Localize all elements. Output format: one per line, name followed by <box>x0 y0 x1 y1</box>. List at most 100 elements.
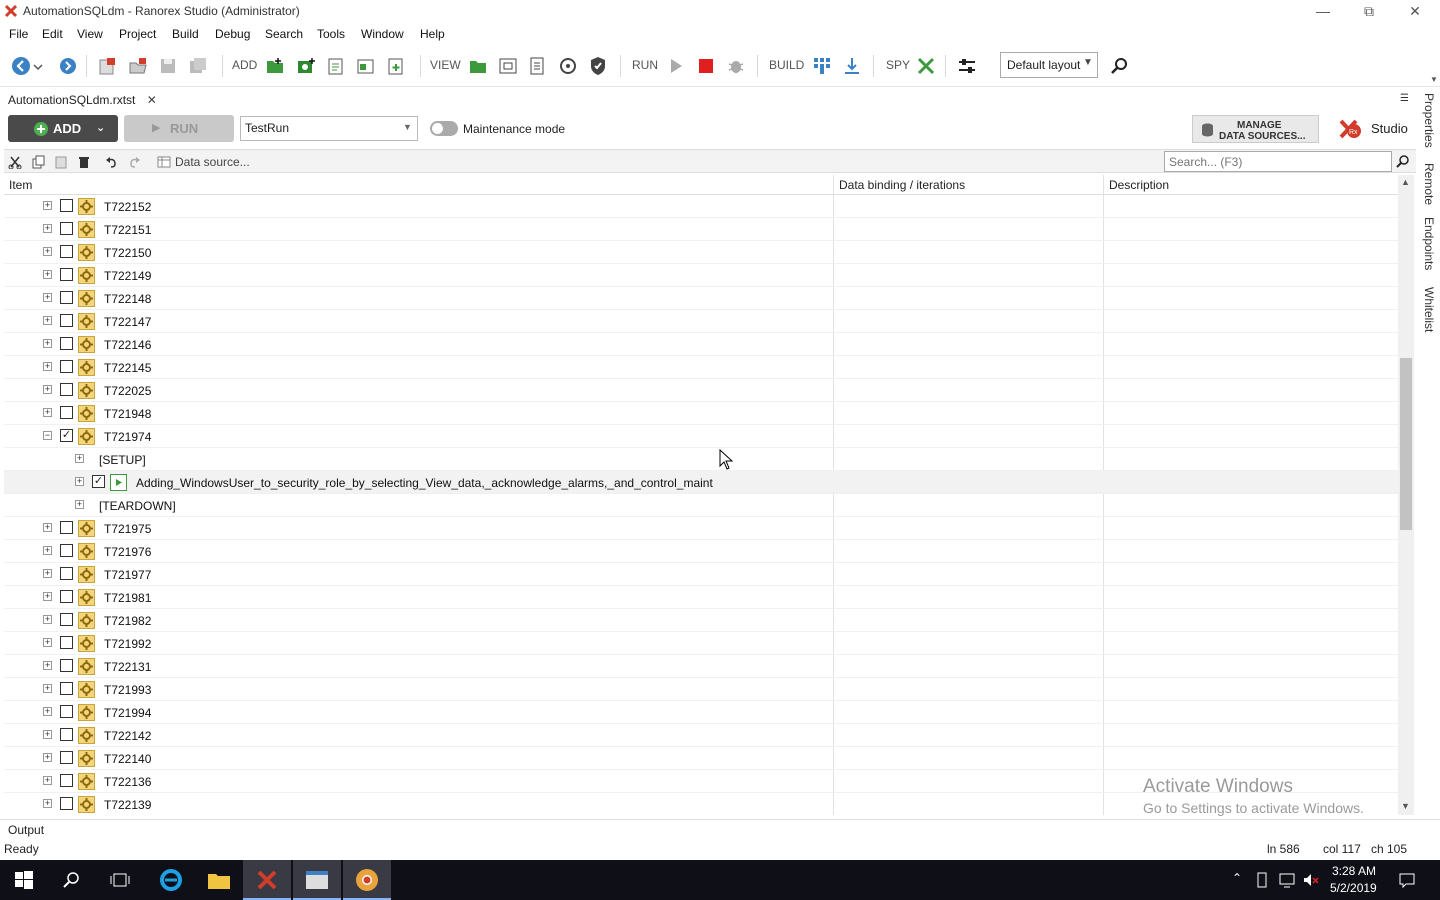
expand-toggle-icon[interactable]: + <box>43 799 52 808</box>
table-row[interactable]: + T722151 <box>4 218 1398 241</box>
dock-tab-whitelist[interactable]: Whitelist <box>1422 287 1436 332</box>
row-checkbox[interactable] <box>60 544 73 557</box>
row-checkbox[interactable]: ✓ <box>60 429 73 442</box>
expand-toggle-icon[interactable]: + <box>43 592 52 601</box>
row-checkbox[interactable] <box>60 406 73 419</box>
expand-toggle-icon[interactable]: + <box>43 569 52 578</box>
table-row[interactable]: + T722150 <box>4 241 1398 264</box>
table-row[interactable]: + T721982 <box>4 609 1398 632</box>
table-row[interactable]: + T721977 <box>4 563 1398 586</box>
row-checkbox[interactable] <box>60 797 73 810</box>
scroll-up-icon[interactable]: ▲ <box>1401 177 1410 187</box>
add-button[interactable]: ADD ⌄ <box>8 115 118 142</box>
menu-help[interactable]: Help <box>420 27 445 41</box>
tray-volume-muted-icon[interactable] <box>1302 872 1320 888</box>
taskbar-ie[interactable] <box>147 860 195 900</box>
open-solution-icon[interactable] <box>127 55 149 77</box>
save-all-icon[interactable] <box>187 55 209 77</box>
row-checkbox[interactable] <box>60 774 73 787</box>
table-row[interactable]: + T722148 <box>4 287 1398 310</box>
expand-toggle-icon[interactable]: + <box>43 638 52 647</box>
expand-toggle-icon[interactable]: + <box>43 408 52 417</box>
expand-toggle-icon[interactable]: + <box>43 247 52 256</box>
row-checkbox[interactable] <box>60 567 73 580</box>
table-row[interactable]: + T721994 <box>4 701 1398 724</box>
clock-date[interactable]: 5/2/2019 <box>1330 881 1377 895</box>
expand-toggle-icon[interactable]: + <box>75 454 84 463</box>
paste-icon[interactable] <box>54 155 68 169</box>
table-row[interactable]: + T721993 <box>4 678 1398 701</box>
search-icon[interactable] <box>1396 154 1410 168</box>
data-source-button[interactable]: Data source... <box>175 155 250 169</box>
table-row[interactable]: + T721976 <box>4 540 1398 563</box>
spy-target-icon[interactable] <box>915 55 937 77</box>
table-row[interactable]: + T721975 <box>4 517 1398 540</box>
add-item-icon[interactable] <box>385 55 407 77</box>
table-row[interactable]: + T722142 <box>4 724 1398 747</box>
row-checkbox[interactable] <box>60 337 73 350</box>
add-repository-icon[interactable] <box>355 55 377 77</box>
copy-icon[interactable] <box>31 155 45 169</box>
menu-view[interactable]: View <box>77 27 103 41</box>
expand-toggle-icon[interactable]: + <box>43 362 52 371</box>
expand-toggle-icon[interactable]: + <box>43 707 52 716</box>
clock-time[interactable]: 3:28 AM <box>1332 864 1376 878</box>
expand-toggle-icon[interactable]: + <box>43 270 52 279</box>
expand-toggle-icon[interactable]: + <box>43 730 52 739</box>
expand-toggle-icon[interactable]: + <box>43 224 52 233</box>
add-code-module-icon[interactable] <box>325 55 347 77</box>
expand-toggle-icon[interactable]: + <box>43 385 52 394</box>
table-row[interactable]: + T722131 <box>4 655 1398 678</box>
search-icon[interactable] <box>1108 55 1130 77</box>
new-solution-icon[interactable] <box>96 55 118 77</box>
table-row[interactable]: + T722147 <box>4 310 1398 333</box>
output-tab[interactable]: Output <box>8 823 44 837</box>
row-checkbox[interactable] <box>60 682 73 695</box>
add-folder-icon[interactable] <box>264 55 286 77</box>
debug-bug-icon[interactable] <box>725 55 747 77</box>
table-row[interactable]: + T721992 <box>4 632 1398 655</box>
deploy-icon[interactable] <box>841 55 863 77</box>
tray-chevron-up-icon[interactable]: ⌃ <box>1232 871 1242 885</box>
expand-toggle-icon[interactable]: + <box>43 201 52 210</box>
menu-window[interactable]: Window <box>361 27 404 41</box>
toolbar-overflow-icon[interactable]: ▼ <box>1430 75 1438 84</box>
forward-icon[interactable] <box>57 55 79 77</box>
taskbar-ranorex[interactable] <box>243 860 291 900</box>
row-checkbox[interactable] <box>60 613 73 626</box>
row-checkbox[interactable] <box>60 636 73 649</box>
tray-network-icon[interactable] <box>1278 872 1296 888</box>
collapse-toggle-icon[interactable]: − <box>43 431 52 440</box>
manage-data-sources-button[interactable]: MANAGE DATA SOURCES... <box>1192 115 1319 143</box>
row-checkbox[interactable] <box>60 314 73 327</box>
menu-file[interactable]: File <box>9 27 28 41</box>
table-row[interactable]: + T722140 <box>4 747 1398 770</box>
view-document-icon[interactable] <box>527 55 549 77</box>
back-dropdown-icon[interactable] <box>32 55 44 77</box>
row-checkbox[interactable] <box>60 590 73 603</box>
undo-icon[interactable] <box>104 155 118 169</box>
layout-select[interactable]: Default layout ▼ <box>1000 52 1098 78</box>
column-header-data-binding[interactable]: Data binding / iterations <box>839 178 965 192</box>
expand-toggle-icon[interactable]: + <box>43 684 52 693</box>
maintenance-mode-toggle[interactable]: Maintenance mode <box>430 120 580 140</box>
menu-edit[interactable]: Edit <box>42 27 63 41</box>
view-folder-icon[interactable] <box>467 55 489 77</box>
notification-icon[interactable] <box>1398 872 1416 888</box>
table-row[interactable]: + T722145 <box>4 356 1398 379</box>
expand-toggle-icon[interactable]: + <box>43 615 52 624</box>
row-checkbox[interactable] <box>60 728 73 741</box>
search-input[interactable] <box>1164 151 1392 172</box>
tray-device-icon[interactable] <box>1255 872 1269 888</box>
table-row[interactable]: + T722025 <box>4 379 1398 402</box>
row-checkbox[interactable] <box>60 245 73 258</box>
row-checkbox[interactable] <box>60 291 73 304</box>
table-row[interactable]: + T722152 <box>4 195 1398 218</box>
expand-toggle-icon[interactable]: + <box>43 661 52 670</box>
search-taskbar-button[interactable] <box>48 860 96 900</box>
menu-search[interactable]: Search <box>265 27 303 41</box>
redo-icon[interactable] <box>128 155 142 169</box>
table-row[interactable]: + [TEARDOWN] <box>4 494 1398 517</box>
view-shield-icon[interactable] <box>587 55 609 77</box>
row-checkbox[interactable] <box>60 222 73 235</box>
